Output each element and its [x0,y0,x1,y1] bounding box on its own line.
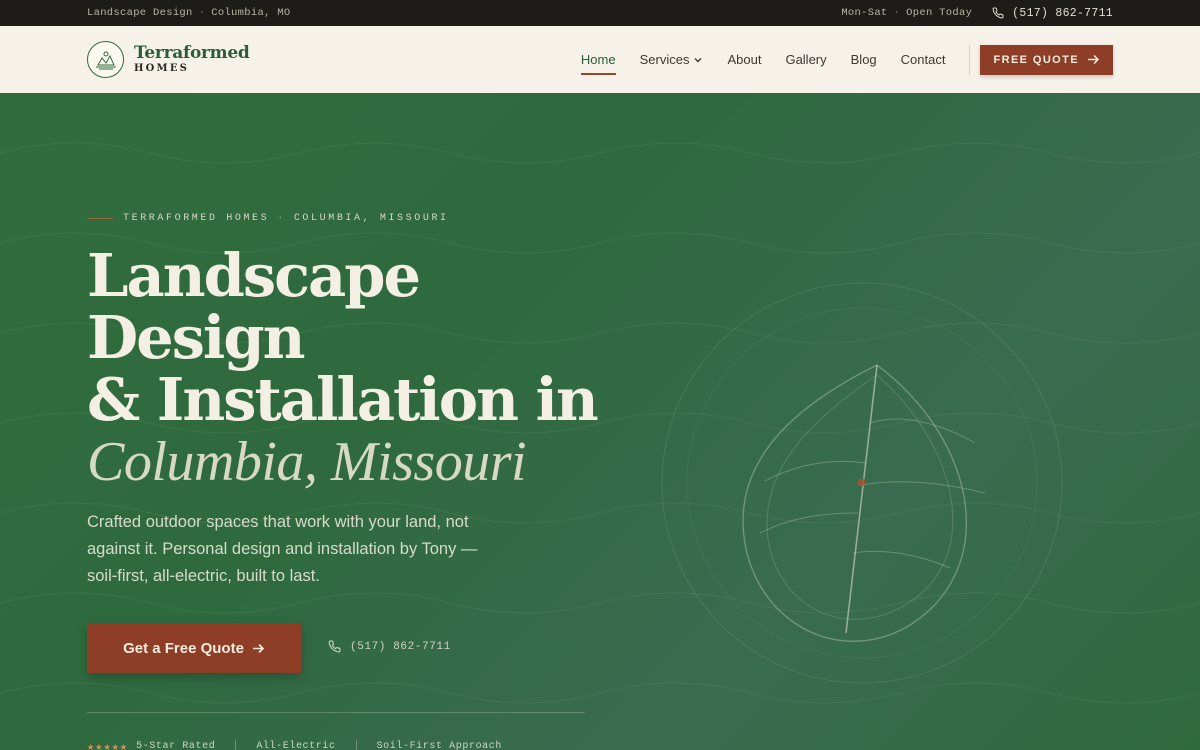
nav-gallery[interactable]: Gallery [785,45,826,75]
nav-services-label: Services [639,52,690,67]
hero-phone: (517) 862-7711 [350,640,451,653]
main-nav: Home Services About Gallery Blog Contact… [557,44,1113,75]
topbar-hours: Mon-Sat [841,7,888,19]
topbar-phone-link[interactable]: (517) 862-7711 [992,7,1113,20]
logo-icon [87,41,124,78]
hero-phone-link[interactable]: (517) 862-7711 [328,640,451,653]
hero-description: Crafted outdoor spaces that work with yo… [87,513,478,585]
logo-link[interactable]: Terraformed HOMES [87,41,250,78]
star-icon: ★★★★★ [87,740,129,750]
chevron-down-icon [694,57,702,62]
eyebrow-brand: TERRAFORMED HOMES [123,213,270,224]
phone-icon [328,640,341,653]
nav-contact[interactable]: Contact [901,45,946,75]
nav-services[interactable]: Services [640,45,704,75]
free-quote-label: FREE QUOTE [993,53,1079,66]
eyebrow-location: COLUMBIA, MISSOURI [293,213,449,224]
headline-location: Columbia, Missouri [87,431,527,493]
arrow-right-icon [252,643,265,653]
topbar-right: Mon-Sat · Open Today (517) 862-7711 [841,6,1113,20]
headline-line-1: Landscape [87,241,421,310]
logo-text: Terraformed HOMES [134,43,250,74]
free-quote-button[interactable]: FREE QUOTE [980,44,1113,75]
badge-soil: Soil-First Approach [376,741,502,750]
top-bar: Landscape Design · Columbia, MO Mon-Sat · Op… [0,0,1200,26]
nav-blog[interactable]: Blog [851,45,877,75]
hero-section: TERRAFORMED HOMES · COLUMBIA, MISSOURI L… [0,93,1200,750]
cta-label: Get a Free Quote [123,639,244,657]
nav-divider [969,44,971,75]
topbar-service: Landscape Design [87,7,193,19]
headline-line-2: Design [87,303,305,372]
topbar-phone: (517) 862-7711 [1012,6,1113,20]
nav-home[interactable]: Home [580,45,616,75]
hero-divider [87,712,585,713]
topbar-left: Landscape Design · Columbia, MO [87,7,291,19]
badge-electric: All-Electric [256,741,336,750]
leaf-illustration [661,282,1063,684]
headline-line-3: & Installation in [87,365,599,434]
badge-rating: 5-Star Rated [136,741,216,750]
site-header: Terraformed HOMES Home Services About Ga… [0,26,1200,93]
nav-about[interactable]: About [727,45,761,75]
hero-headline: Landscape Design & Installation in Colum… [87,241,599,494]
hero-eyebrow: TERRAFORMED HOMES · COLUMBIA, MISSOURI [87,213,449,224]
topbar-location: Columbia, MO [211,7,291,19]
get-free-quote-button[interactable]: Get a Free Quote [87,623,301,673]
phone-icon [992,7,1004,19]
arrow-right-icon [1088,54,1100,65]
logo-name: Terraformed [134,43,250,63]
trust-badges: ★★★★★ 5-Star Rated All-Electric Soil-Fir… [87,739,502,750]
topbar-status: Open Today [906,7,973,19]
logo-subtitle: HOMES [134,63,190,74]
